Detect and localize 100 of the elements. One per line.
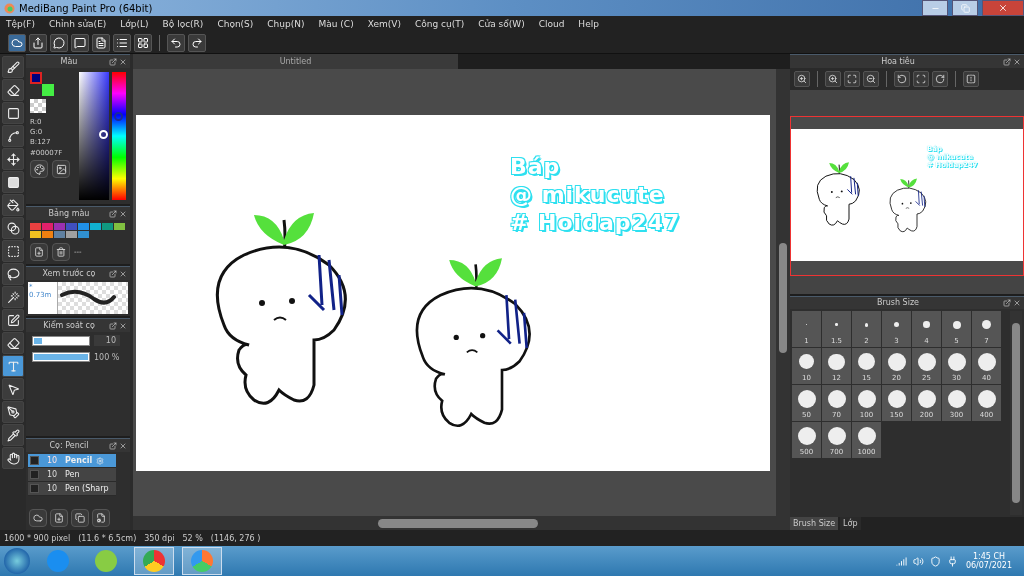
tool-button[interactable]	[2, 217, 24, 239]
tool-button[interactable]	[2, 378, 24, 400]
toolbar-button[interactable]	[113, 33, 131, 52]
size-slider[interactable]	[32, 335, 90, 346]
zoom-out-button[interactable]	[863, 71, 879, 87]
panel-tab[interactable]: Brush Size	[790, 516, 839, 530]
popout-icon[interactable]	[109, 209, 117, 218]
picker-handle[interactable]	[99, 129, 108, 139]
popout-icon[interactable]	[109, 441, 117, 450]
zoom-in-button[interactable]	[825, 71, 841, 87]
saturation-value-picker[interactable]	[79, 72, 109, 200]
menu-item[interactable]: Bộ lọc(R)	[162, 19, 204, 29]
tool-button[interactable]	[2, 263, 24, 285]
tool-button[interactable]	[2, 355, 24, 377]
hue-handle[interactable]	[114, 111, 123, 121]
volume-icon[interactable]	[912, 555, 924, 567]
start-button[interactable]	[4, 548, 30, 574]
flip-button[interactable]	[963, 71, 979, 87]
new-brush-button[interactable]	[50, 509, 68, 527]
popout-icon[interactable]	[1003, 57, 1011, 66]
transparent-swatch[interactable]	[30, 99, 46, 113]
minimize-button[interactable]	[922, 0, 948, 16]
tool-button[interactable]	[2, 79, 24, 101]
palette-swatch[interactable]	[30, 231, 41, 238]
menu-item[interactable]: Chỉnh sửa(E)	[48, 19, 107, 29]
delete-palette-button[interactable]	[52, 243, 70, 261]
palette-button[interactable]	[30, 160, 48, 178]
palette-swatch[interactable]	[78, 231, 89, 238]
menu-item[interactable]: Cloud	[538, 19, 565, 29]
palette-swatch[interactable]	[102, 223, 113, 230]
menu-item[interactable]: Cửa sổ(W)	[478, 19, 525, 29]
menu-item[interactable]: Công cụ(T)	[414, 19, 465, 29]
tool-button[interactable]	[2, 125, 24, 147]
reset-view-button[interactable]	[913, 71, 929, 87]
close-icon[interactable]	[1013, 57, 1021, 66]
network-icon[interactable]	[895, 555, 907, 567]
toolbar-button[interactable]	[71, 33, 89, 52]
tool-button[interactable]	[2, 447, 24, 469]
fit-button[interactable]	[844, 71, 860, 87]
tool-button[interactable]	[2, 401, 24, 423]
menu-item[interactable]: Lớp(L)	[120, 19, 149, 29]
palette-swatch[interactable]	[42, 231, 53, 238]
color-swatch[interactable]	[42, 84, 54, 96]
toolbar-button[interactable]	[134, 33, 152, 52]
scroll-thumb[interactable]	[779, 243, 787, 353]
plug-icon[interactable]	[946, 555, 958, 567]
menu-item[interactable]: Chụp(N)	[267, 19, 305, 29]
menu-item[interactable]: Màu (C)	[318, 19, 354, 29]
taskbar-app[interactable]	[134, 547, 174, 575]
close-icon[interactable]	[119, 441, 127, 450]
palette-swatch[interactable]	[66, 231, 77, 238]
tool-button[interactable]	[2, 194, 24, 216]
toolbar-button[interactable]	[92, 33, 110, 52]
palette-swatch[interactable]	[54, 223, 65, 230]
tool-button[interactable]	[2, 424, 24, 446]
popout-icon[interactable]	[109, 269, 117, 278]
close-icon[interactable]	[119, 269, 127, 278]
document-tab[interactable]: Untitled	[133, 54, 458, 69]
toolbar-button[interactable]	[167, 33, 185, 52]
palette-swatch[interactable]	[114, 223, 125, 230]
scroll-thumb[interactable]	[378, 518, 538, 528]
scroll-thumb[interactable]	[1012, 322, 1020, 503]
tool-button[interactable]	[2, 102, 24, 124]
rotate-left-button[interactable]	[894, 71, 910, 87]
restore-button[interactable]	[952, 0, 978, 16]
image-color-button[interactable]	[52, 160, 70, 178]
new-palette-button[interactable]	[30, 243, 48, 261]
toolbar-button[interactable]	[8, 33, 26, 52]
menu-item[interactable]: Chọn(S)	[217, 19, 254, 29]
tool-button[interactable]	[2, 171, 24, 193]
palette-swatch[interactable]	[66, 223, 77, 230]
menu-item[interactable]: Xem(V)	[367, 19, 401, 29]
toolbar-button[interactable]	[29, 33, 47, 52]
panel-tab[interactable]: Lớp	[840, 516, 861, 530]
close-icon[interactable]	[119, 321, 127, 330]
brush-item[interactable]: 10 Pen (Sharp	[28, 482, 116, 496]
tool-button[interactable]	[2, 332, 24, 354]
popout-icon[interactable]	[109, 57, 117, 66]
popout-icon[interactable]	[1003, 298, 1011, 307]
cloud-brush-button[interactable]	[29, 509, 47, 527]
tool-button[interactable]	[2, 286, 24, 308]
hue-slider[interactable]	[112, 72, 126, 200]
menu-item[interactable]: Help	[578, 19, 599, 29]
tool-button[interactable]	[2, 240, 24, 262]
close-icon[interactable]	[119, 209, 127, 218]
tool-button[interactable]	[2, 56, 24, 78]
color-swatch[interactable]	[30, 72, 42, 84]
shield-icon[interactable]	[929, 555, 941, 567]
tool-button[interactable]	[2, 148, 24, 170]
toolbar-button[interactable]	[188, 33, 206, 52]
tool-button[interactable]	[2, 309, 24, 331]
toolbar-button[interactable]	[50, 33, 68, 52]
menu-item[interactable]: Tệp(F)	[6, 19, 35, 29]
palette-swatch[interactable]	[54, 231, 65, 238]
popout-icon[interactable]	[109, 321, 117, 330]
brush-menu-button[interactable]	[71, 509, 89, 527]
brush-settings-button[interactable]	[92, 509, 110, 527]
palette-swatch[interactable]	[30, 223, 41, 230]
close-icon[interactable]	[119, 57, 127, 66]
palette-swatch[interactable]	[42, 223, 53, 230]
